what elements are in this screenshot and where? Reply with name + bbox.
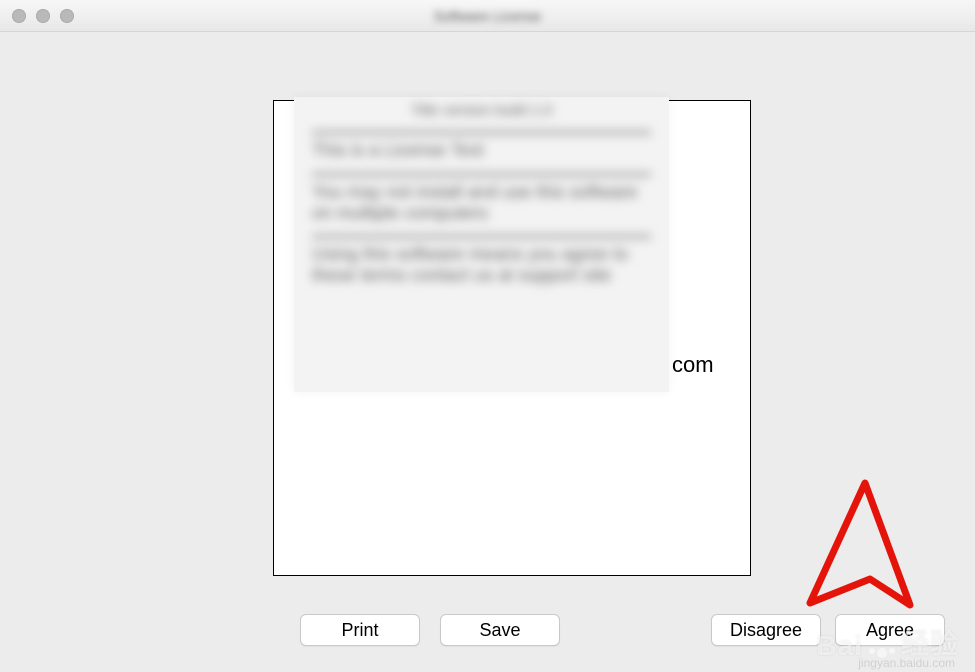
traffic-lights (12, 9, 74, 23)
pawprint-icon (869, 648, 895, 658)
watermark-sub: jingyan.baidu.com (858, 656, 955, 670)
disagree-button[interactable]: Disagree (711, 614, 821, 646)
button-row: Print Save Disagree Agree (300, 614, 945, 646)
titlebar: Software License (0, 0, 975, 32)
blurred-document-overlay: Title version build 1.0 This is a Licens… (294, 97, 669, 392)
visible-text-fragment: com (672, 352, 714, 378)
blurred-line: Using this software means you agree to t… (312, 235, 651, 285)
print-button[interactable]: Print (300, 614, 420, 646)
window-title: Software License (0, 8, 975, 24)
minimize-icon[interactable] (36, 9, 50, 23)
maximize-icon[interactable] (60, 9, 74, 23)
save-button[interactable]: Save (440, 614, 560, 646)
agree-button[interactable]: Agree (835, 614, 945, 646)
blurred-heading: Title version build 1.0 (312, 102, 651, 119)
close-icon[interactable] (12, 9, 26, 23)
blurred-line: You may not install and use this softwar… (312, 173, 651, 223)
blurred-line: This is a License Text (312, 131, 651, 161)
